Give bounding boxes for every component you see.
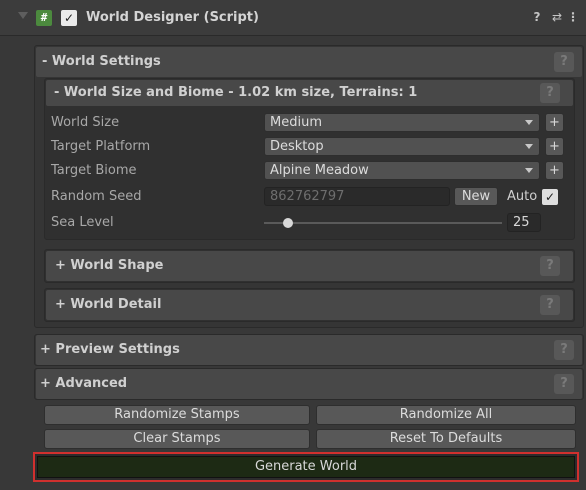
preview-settings-title: + Preview Settings xyxy=(40,342,180,357)
size-biome-help-button[interactable]: ? xyxy=(540,83,560,103)
target-platform-dropdown[interactable]: Desktop xyxy=(264,137,540,156)
randomize-all-button[interactable]: Randomize All xyxy=(316,405,576,425)
world-size-dropdown[interactable]: Medium xyxy=(264,113,540,132)
chevron-down-icon xyxy=(525,144,533,149)
world-settings-help-button[interactable]: ? xyxy=(554,52,574,72)
advanced-help-button[interactable]: ? xyxy=(554,374,574,394)
world-shape-help-button[interactable]: ? xyxy=(540,256,560,276)
target-biome-add-button[interactable]: + xyxy=(545,161,564,180)
target-platform-value: Desktop xyxy=(270,139,324,154)
generate-world-button[interactable]: Generate World xyxy=(37,456,575,478)
preview-settings-help-button[interactable]: ? xyxy=(554,340,574,360)
auto-seed-checkbox[interactable]: ✓ xyxy=(542,189,558,205)
advanced-title: + Advanced xyxy=(40,376,128,391)
generate-world-highlight: Generate World xyxy=(33,452,579,482)
sea-level-field[interactable]: 25 xyxy=(507,213,541,232)
auto-seed-label: Auto xyxy=(507,189,538,204)
chevron-down-icon xyxy=(525,168,533,173)
random-seed-field[interactable]: 862762797 xyxy=(264,187,450,206)
world-shape-title: + World Shape xyxy=(55,258,164,273)
target-platform-add-button[interactable]: + xyxy=(545,137,564,156)
component-title: World Designer (Script) xyxy=(86,10,259,25)
world-settings-title: - World Settings xyxy=(42,54,161,69)
target-biome-label: Target Biome xyxy=(51,163,137,178)
world-size-value: Medium xyxy=(270,115,322,130)
script-icon: # xyxy=(36,10,52,26)
target-platform-label: Target Platform xyxy=(51,139,151,154)
world-size-label: World Size xyxy=(51,115,120,130)
foldout-arrow-icon[interactable] xyxy=(18,12,28,19)
size-biome-title: - World Size and Biome - 1.02 km size, T… xyxy=(54,85,418,100)
help-icon[interactable]: ? xyxy=(530,10,544,24)
context-menu-icon[interactable]: ⋮ xyxy=(566,10,580,24)
new-seed-button[interactable]: New xyxy=(454,187,498,206)
preset-icon[interactable]: ⇄ xyxy=(550,10,564,24)
world-detail-title: + World Detail xyxy=(55,297,162,312)
random-seed-label: Random Seed xyxy=(51,189,142,204)
world-detail-help-button[interactable]: ? xyxy=(540,295,560,315)
target-biome-value: Alpine Meadow xyxy=(270,163,369,178)
world-size-add-button[interactable]: + xyxy=(545,113,564,132)
sea-level-slider-track[interactable] xyxy=(264,222,502,224)
reset-defaults-button[interactable]: Reset To Defaults xyxy=(316,429,576,449)
sea-level-label: Sea Level xyxy=(51,215,114,230)
sea-level-slider-thumb[interactable] xyxy=(282,218,293,228)
randomize-stamps-button[interactable]: Randomize Stamps xyxy=(44,405,310,425)
target-biome-dropdown[interactable]: Alpine Meadow xyxy=(264,161,540,180)
component-enabled-checkbox[interactable]: ✓ xyxy=(61,10,77,26)
chevron-down-icon xyxy=(525,120,533,125)
clear-stamps-button[interactable]: Clear Stamps xyxy=(44,429,310,449)
